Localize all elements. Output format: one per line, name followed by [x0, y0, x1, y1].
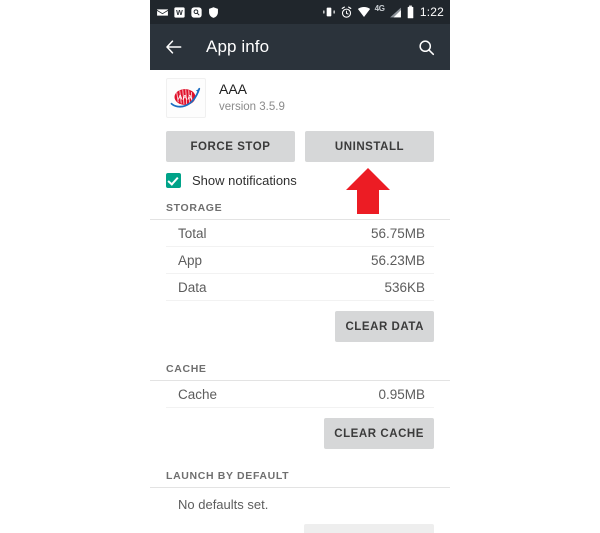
alarm-icon	[340, 5, 353, 19]
show-notifications-row[interactable]: Show notifications	[150, 162, 450, 196]
row-label: App	[178, 253, 203, 268]
svg-text:W: W	[176, 10, 183, 17]
table-row: Cache 0.95MB	[166, 381, 434, 408]
app-action-buttons: FORCE STOP UNINSTALL	[150, 124, 450, 162]
clear-data-row: CLEAR DATA	[150, 301, 450, 348]
table-row: Data 536KB	[166, 274, 434, 301]
w-app-icon: W	[173, 6, 186, 19]
page-title: App info	[206, 37, 270, 56]
app-info-content: AAA AAA version 3.5.9 FORCE STOP UNINSTA…	[150, 70, 450, 533]
network-type-label: 4G	[374, 4, 385, 13]
row-value: 0.95MB	[378, 387, 425, 402]
table-row: Total 56.75MB	[166, 220, 434, 247]
cache-section-header: CACHE	[150, 357, 450, 381]
clear-cache-button[interactable]: CLEAR CACHE	[324, 418, 434, 449]
battery-icon	[406, 5, 415, 19]
app-identity-header: AAA AAA version 3.5.9	[150, 70, 450, 124]
app-name: AAA	[219, 80, 248, 97]
row-label: Data	[178, 280, 207, 295]
back-arrow-icon[interactable]	[164, 37, 184, 57]
search-icon[interactable]	[417, 38, 436, 57]
status-bar: W 4G 1:22	[150, 0, 450, 24]
row-label: Cache	[178, 387, 218, 402]
show-notifications-checkbox[interactable]	[166, 173, 181, 188]
clear-data-button[interactable]: CLEAR DATA	[335, 311, 434, 342]
phone-screenshot: W 4G 1:22 App info AAA AAA version 3.5.9…	[150, 0, 450, 533]
launch-by-default-section-header: LAUNCH BY DEFAULT	[150, 464, 450, 488]
status-bar-left-icons: W	[156, 6, 220, 19]
storage-section-header: STORAGE	[150, 196, 450, 220]
row-value: 56.75MB	[370, 226, 425, 241]
svg-text:AAA: AAA	[178, 95, 193, 102]
aaa-app-logo: AAA	[166, 78, 206, 118]
app-version: version 3.5.9	[219, 101, 285, 114]
app-bar: App info	[150, 24, 450, 70]
show-notifications-label: Show notifications	[192, 173, 297, 188]
force-stop-button[interactable]: FORCE STOP	[166, 131, 295, 162]
search-badge-icon	[190, 6, 203, 19]
row-label: Total	[178, 226, 207, 241]
status-bar-clock: 1:22	[419, 5, 444, 19]
shield-icon	[207, 6, 220, 19]
row-value: 536KB	[384, 280, 425, 295]
row-value: 56.23MB	[370, 253, 425, 268]
table-row: App 56.23MB	[166, 247, 434, 274]
envelope-icon	[156, 6, 169, 19]
clear-cache-row: CLEAR CACHE	[150, 408, 450, 455]
app-meta: AAA version 3.5.9	[219, 81, 285, 116]
launch-defaults-status: No defaults set.	[178, 497, 269, 512]
uninstall-button[interactable]: UNINSTALL	[305, 131, 434, 162]
signal-bars-icon	[389, 6, 402, 19]
status-bar-right-icons: 4G 1:22	[322, 5, 444, 19]
clear-defaults-button: CLEAR DEFAULTS	[303, 524, 434, 533]
vibrate-icon	[322, 5, 336, 19]
clear-defaults-row: CLEAR DEFAULTS	[150, 514, 450, 533]
wifi-icon	[357, 5, 371, 19]
